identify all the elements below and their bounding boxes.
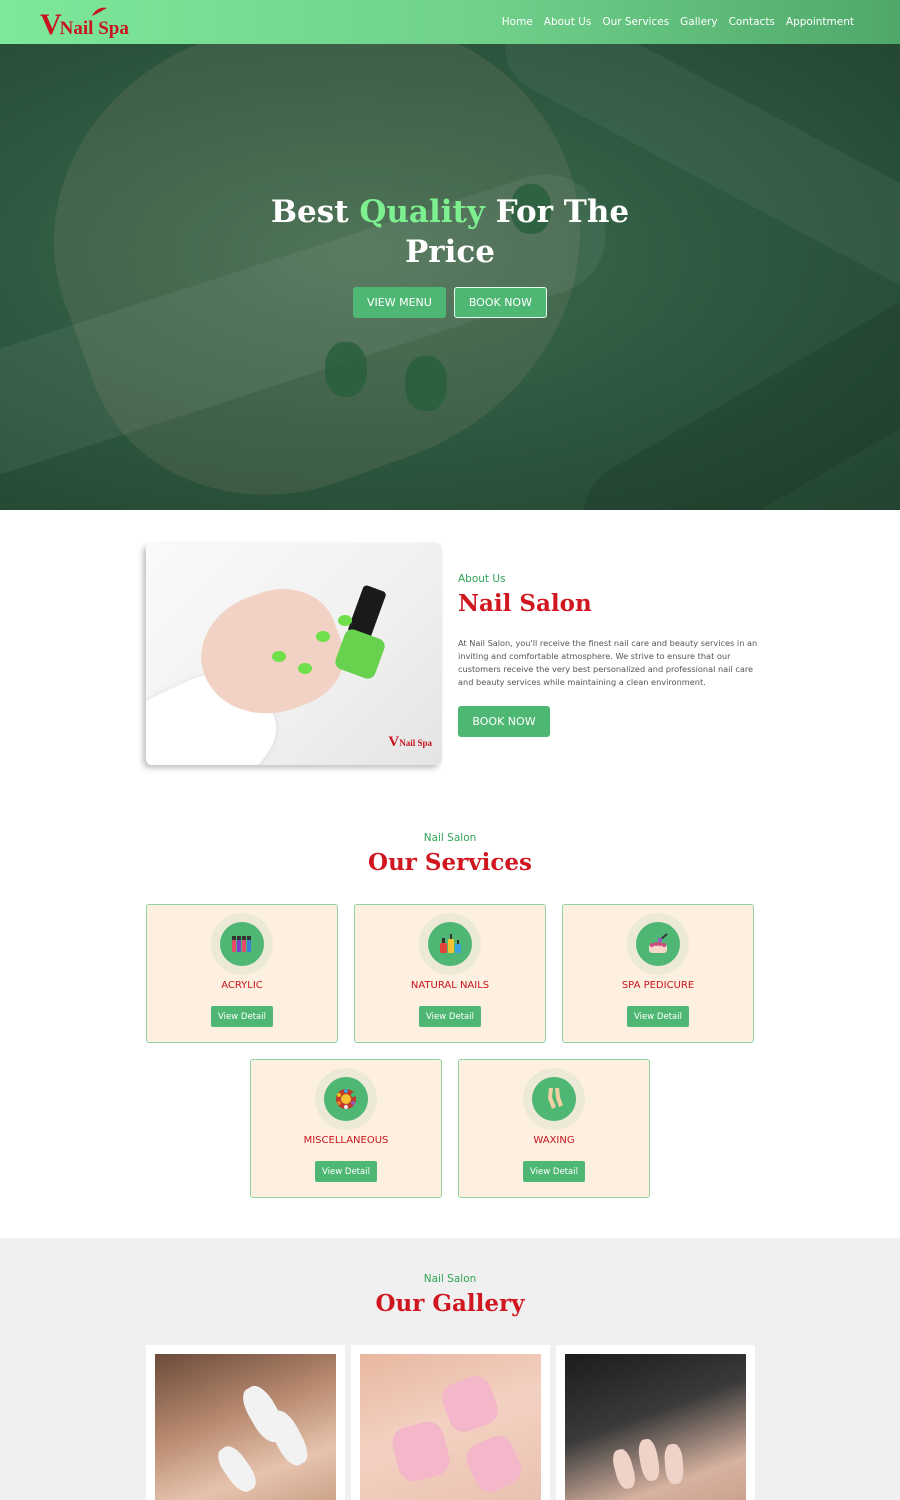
gallery-subtitle: Nail Salon xyxy=(423,1273,477,1285)
pedicure-icon xyxy=(649,933,668,953)
image-watermark-logo: VNail Spa xyxy=(388,734,432,751)
services-title: Our Services xyxy=(368,849,532,876)
watermark-text: Nail Spa xyxy=(399,738,432,748)
leaf-icon xyxy=(92,7,107,16)
logo-text: Nail Spa xyxy=(59,18,129,39)
photo-nail xyxy=(388,1418,454,1485)
gallery-photo xyxy=(155,1354,336,1500)
icon-ring xyxy=(211,913,273,975)
service-card-waxing: WAXING View Detail xyxy=(458,1059,650,1198)
icon-ring xyxy=(315,1068,377,1130)
hero-title-line2: Price xyxy=(404,234,496,270)
service-card-acrylic: ACRYLIC View Detail xyxy=(146,904,338,1043)
hero-title-part2: For The xyxy=(484,194,630,230)
icon-ring xyxy=(419,913,481,975)
view-detail-button[interactable]: View Detail xyxy=(419,1006,481,1027)
service-label: ACRYLIC xyxy=(221,980,263,991)
service-card-natural-nails: NATURAL NAILS View Detail xyxy=(354,904,546,1043)
view-detail-button[interactable]: View Detail xyxy=(523,1161,585,1182)
view-menu-button[interactable]: VIEW MENU xyxy=(353,287,446,318)
logo-letter: V xyxy=(40,8,62,41)
photo-nail xyxy=(663,1443,685,1485)
service-label: NATURAL NAILS xyxy=(410,980,490,991)
icon-circle xyxy=(220,922,264,966)
photo-nail xyxy=(610,1447,638,1491)
photo-nail xyxy=(437,1371,503,1437)
icon-circle xyxy=(428,922,472,966)
hero-nail xyxy=(405,356,447,411)
green-nail xyxy=(316,631,330,642)
about-subtitle: About Us xyxy=(458,573,506,585)
legs-icon xyxy=(548,1088,563,1109)
nav-about-us[interactable]: About Us xyxy=(544,16,592,28)
gallery-photo xyxy=(360,1354,541,1500)
hero-title: Best Quality For The Price xyxy=(0,192,900,272)
green-nail xyxy=(272,651,286,662)
photo-nail xyxy=(636,1437,662,1483)
nav-gallery[interactable]: Gallery xyxy=(680,16,717,28)
photo-nail xyxy=(461,1431,527,1497)
about-image: VNail Spa xyxy=(146,543,442,765)
hero-banner: Best Quality For The Price VIEW MENU BOO… xyxy=(0,44,900,510)
icon-circle xyxy=(324,1077,368,1121)
service-card-spa-pedicure: SPA PEDICURE View Detail xyxy=(562,904,754,1043)
service-label: SPA PEDICURE xyxy=(621,980,695,991)
hero-buttons: VIEW MENU BOOK NOW xyxy=(0,287,900,318)
hero-title-part1: Best xyxy=(270,194,360,230)
palette-icon xyxy=(336,1089,356,1109)
site-header: V Nail Spa Home About Us Our Services Ga… xyxy=(0,0,900,44)
gallery-photo xyxy=(565,1354,746,1500)
icon-circle xyxy=(532,1077,576,1121)
gallery-item[interactable] xyxy=(146,1345,345,1500)
services-subtitle: Nail Salon xyxy=(423,832,477,844)
green-nail xyxy=(298,663,312,674)
about-title: Nail Salon xyxy=(458,590,592,617)
service-card-miscellaneous: MISCELLANEOUS View Detail xyxy=(250,1059,442,1198)
hero-title-accent: Quality xyxy=(359,194,485,230)
icon-circle xyxy=(636,922,680,966)
nail-polish-set-icon xyxy=(440,934,461,953)
icon-ring xyxy=(523,1068,585,1130)
hero-nail xyxy=(325,342,367,397)
icon-ring xyxy=(627,913,689,975)
view-detail-button[interactable]: View Detail xyxy=(315,1161,377,1182)
nav-appointment[interactable]: Appointment xyxy=(786,16,854,28)
gallery-title: Our Gallery xyxy=(375,1290,525,1317)
nail-polish-bottles-icon xyxy=(232,936,251,952)
hero-book-now-button[interactable]: BOOK NOW xyxy=(453,287,547,318)
site-logo[interactable]: V Nail Spa xyxy=(40,6,129,40)
main-nav: Home About Us Our Services Gallery Conta… xyxy=(502,0,854,44)
about-description: At Nail Salon, you'll receive the finest… xyxy=(458,638,758,687)
about-book-now-button[interactable]: BOOK NOW xyxy=(458,706,550,737)
nav-contacts[interactable]: Contacts xyxy=(729,16,775,28)
watermark-letter: V xyxy=(388,734,400,750)
service-label: WAXING xyxy=(533,1135,575,1146)
polish-bottle xyxy=(333,627,387,681)
gallery-item[interactable] xyxy=(556,1345,755,1500)
view-detail-button[interactable]: View Detail xyxy=(211,1006,273,1027)
nav-home[interactable]: Home xyxy=(502,16,533,28)
photo-nail xyxy=(212,1441,262,1497)
gallery-item[interactable] xyxy=(351,1345,550,1500)
view-detail-button[interactable]: View Detail xyxy=(627,1006,689,1027)
nav-our-services[interactable]: Our Services xyxy=(602,16,669,28)
service-label: MISCELLANEOUS xyxy=(303,1135,389,1146)
green-nail xyxy=(338,615,352,626)
